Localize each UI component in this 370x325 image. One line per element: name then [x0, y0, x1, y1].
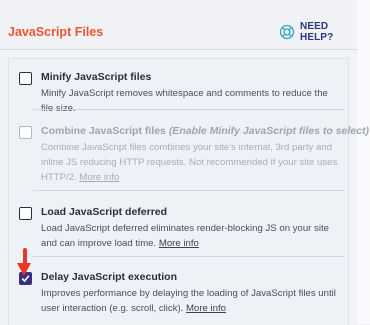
defer-js-checkbox[interactable] [19, 207, 32, 220]
sidebar-edge [357, 0, 370, 324]
more-info-link[interactable]: More info [186, 303, 226, 314]
option-title: Minify JavaScript files [41, 71, 152, 83]
minify-js-checkbox[interactable] [19, 72, 32, 85]
option-description: Improves performance by delaying the loa… [41, 288, 336, 314]
divider [33, 190, 345, 191]
option-title: Combine JavaScript files (Enable Minify … [41, 125, 369, 137]
annotation-arrow-icon [17, 248, 31, 276]
need-help-label: NEED HELP? [300, 21, 334, 43]
combine-js-checkbox[interactable] [19, 126, 32, 139]
more-info-link[interactable]: More info [79, 172, 119, 183]
option-title: Delay JavaScript execution [41, 271, 177, 283]
javascript-options-card: Minify JavaScript files Minify JavaScrip… [8, 58, 369, 325]
section-title: JavaScript Files [8, 25, 104, 39]
option-title-hint: (Enable Minify JavaScript files to selec… [168, 125, 369, 137]
option-title: Load JavaScript deferred [41, 206, 168, 218]
need-help-button[interactable]: NEED HELP? [279, 21, 357, 43]
divider [33, 109, 345, 110]
option-description: Load JavaScript deferred eliminates rend… [41, 223, 329, 249]
option-description: Combine JavaScript files combines your s… [41, 142, 338, 183]
divider [33, 256, 345, 257]
section-header: JavaScript Files NEED HELP? [0, 0, 357, 56]
option-description: Minify JavaScript removes whitespace and… [41, 88, 328, 114]
lifebuoy-icon [279, 24, 295, 40]
header-divider [0, 49, 357, 50]
more-info-link[interactable]: More info [159, 238, 199, 249]
